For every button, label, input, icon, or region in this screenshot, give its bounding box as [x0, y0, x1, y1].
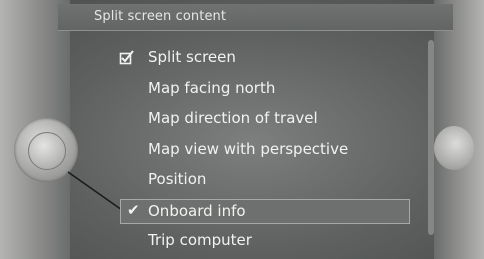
menu-item-label: Map direction of travel: [148, 109, 318, 127]
menu-item-label: Trip computer: [148, 231, 252, 249]
menu-item-label: Position: [148, 170, 207, 188]
menu-item-split-screen[interactable]: Split screen: [148, 48, 236, 66]
display-screen: Split screen content Split screen Map fa…: [0, 0, 484, 259]
menu-item-position[interactable]: Position: [148, 170, 206, 188]
menu-list: Split screen Map facing north Map direct…: [0, 0, 484, 259]
menu-item-label: Split screen: [148, 48, 236, 66]
menu-item-label: Onboard info: [148, 202, 246, 220]
menu-item-label: Map facing north: [148, 79, 276, 97]
menu-item-label: Map view with perspective: [148, 140, 349, 158]
menu-item-map-facing-north[interactable]: Map facing north: [148, 79, 275, 97]
menu-item-onboard-info[interactable]: ✔ Onboard info: [120, 199, 410, 224]
menu-item-map-direction-of-travel[interactable]: Map direction of travel: [148, 109, 318, 127]
checkmark-icon: ✔: [127, 201, 140, 219]
menu-item-map-view-with-perspective[interactable]: Map view with perspective: [148, 140, 348, 158]
checkbox-checked-icon[interactable]: [119, 49, 135, 65]
menu-item-trip-computer[interactable]: Trip computer: [148, 231, 252, 249]
